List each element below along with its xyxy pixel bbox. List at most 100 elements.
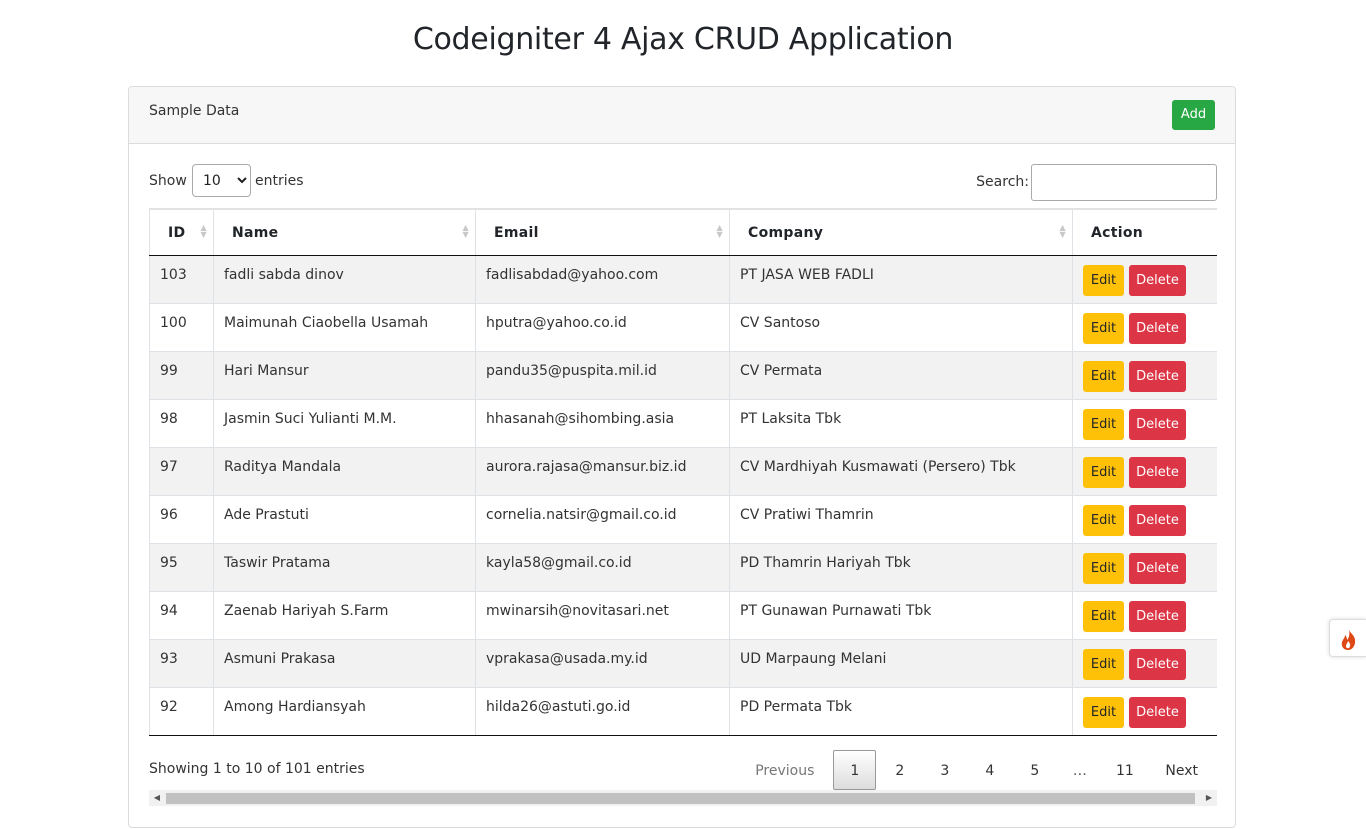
- cell-company: PT JASA WEB FADLI: [729, 255, 1073, 304]
- cell-action: Edit Delete: [1072, 399, 1217, 448]
- delete-button[interactable]: Delete: [1129, 409, 1186, 440]
- cell-email: fadlisabdad@yahoo.com: [475, 255, 730, 304]
- edit-button[interactable]: Edit: [1083, 505, 1124, 536]
- column-header[interactable]: ID ▲ ▼: [149, 208, 214, 256]
- pagination-next[interactable]: Next: [1148, 750, 1215, 790]
- column-header[interactable]: Email ▲ ▼: [475, 208, 730, 256]
- column-header-label: Action: [1091, 224, 1144, 241]
- cell-company: PT Gunawan Purnawati Tbk: [729, 591, 1073, 640]
- search-label: Search:: [976, 174, 1029, 190]
- cell-action: Edit Delete: [1072, 255, 1217, 304]
- column-header[interactable]: Company ▲ ▼: [729, 208, 1073, 256]
- edit-button[interactable]: Edit: [1083, 313, 1124, 344]
- delete-button[interactable]: Delete: [1129, 697, 1186, 728]
- data-table: ID▲▼ Name ▲▼ Email▲▼ Company ▲▼ Action▲▼ 103 fa…: [149, 208, 1217, 736]
- edit-button[interactable]: Edit: [1083, 553, 1124, 584]
- scroll-right-icon[interactable]: ▶: [1201, 790, 1217, 806]
- column-header-label: Company: [748, 224, 824, 241]
- table-row: 97 Raditya Mandala aurora.rajasa@mansur.bi…: [149, 447, 1217, 496]
- cell-action: Edit Delete: [1072, 543, 1217, 592]
- pagination-page[interactable]: 3: [923, 750, 966, 790]
- pagination-page[interactable]: 5: [1013, 750, 1056, 790]
- edit-button[interactable]: Edit: [1083, 601, 1124, 632]
- column-header[interactable]: Action▲▼: [1072, 208, 1217, 256]
- cell-email: cornelia.natsir@gmail.co.id: [475, 495, 730, 544]
- cell-id: 96: [149, 495, 214, 544]
- cell-company: CV Pratiwi Thamrin: [729, 495, 1073, 544]
- pagination-page[interactable]: 4: [968, 750, 1011, 790]
- horizontal-scrollbar[interactable]: ◀ ▶: [149, 790, 1217, 806]
- table-controls: Show 10 entries Search:: [149, 164, 1217, 201]
- delete-button[interactable]: Delete: [1129, 601, 1186, 632]
- column-header-label: ID: [168, 224, 186, 241]
- codeigniter-debug-toolbar-button[interactable]: [1329, 619, 1366, 657]
- cell-name: Zaenab Hariyah S.Farm: [213, 591, 476, 640]
- cell-id: 98: [149, 399, 214, 448]
- pagination-ellipsis: …: [1072, 763, 1087, 779]
- cell-id: 97: [149, 447, 214, 496]
- delete-button[interactable]: Delete: [1129, 457, 1186, 488]
- entries-label: entries: [255, 173, 304, 189]
- delete-button[interactable]: Delete: [1129, 553, 1186, 584]
- edit-button[interactable]: Edit: [1083, 457, 1124, 488]
- column-header-label: Email: [494, 224, 539, 241]
- pagination-page[interactable]: 1: [833, 750, 877, 790]
- cell-email: aurora.rajasa@mansur.biz.id: [475, 447, 730, 496]
- scroll-left-icon[interactable]: ◀: [149, 790, 165, 806]
- codeigniter-flame-icon: [1341, 630, 1356, 650]
- table-row: 99 Hari Mansur pandu35@puspita.mil.id CV Pe…: [149, 351, 1217, 400]
- edit-button[interactable]: Edit: [1083, 265, 1124, 296]
- pagination-previous[interactable]: Previous: [738, 750, 831, 790]
- delete-button[interactable]: Delete: [1129, 361, 1186, 392]
- search-input[interactable]: [1031, 164, 1217, 201]
- delete-button[interactable]: Delete: [1129, 505, 1186, 536]
- column-header[interactable]: Name ▲ ▼: [213, 208, 476, 256]
- cell-name: Raditya Mandala: [213, 447, 476, 496]
- add-button[interactable]: Add: [1172, 100, 1215, 130]
- column-header-label: Name: [232, 224, 279, 241]
- table-row: 92 Among Hardiansyah hilda26@astuti.go.id P…: [149, 687, 1217, 736]
- cell-company: PD Thamrin Hariyah Tbk: [729, 543, 1073, 592]
- cell-id: 100: [149, 303, 214, 352]
- scrollbar-thumb[interactable]: [166, 793, 1195, 804]
- delete-button[interactable]: Delete: [1129, 649, 1186, 680]
- cell-name: Hari Mansur: [213, 351, 476, 400]
- sort-icon: ▲ ▼: [1059, 223, 1066, 239]
- cell-id: 93: [149, 639, 214, 688]
- delete-button[interactable]: Delete: [1129, 265, 1186, 296]
- table-header-row: ID ▲▼ Name ▲▼ Email ▲▼ Company ▲▼ Action▲▼: [149, 208, 1217, 256]
- table-row: 96 Ade Prastuti cornelia.natsir@gmail.co.i…: [149, 495, 1217, 544]
- delete-button[interactable]: Delete: [1129, 313, 1186, 344]
- cell-email: hhasanah@sihombing.asia: [475, 399, 730, 448]
- cell-name: Maimunah Ciaobella Usamah: [213, 303, 476, 352]
- table-row: 95 Taswir Pratama kayla58@gmail.co.id PD Th…: [149, 543, 1217, 592]
- cell-company: CV Mardhiyah Kusmawati (Persero) Tbk: [729, 447, 1073, 496]
- sort-icon: ▲ ▼: [462, 223, 469, 239]
- cell-email: kayla58@gmail.co.id: [475, 543, 730, 592]
- pagination-page[interactable]: 2: [878, 750, 921, 790]
- cell-email: mwinarsih@novitasari.net: [475, 591, 730, 640]
- cell-id: 103: [149, 255, 214, 304]
- edit-button[interactable]: Edit: [1083, 361, 1124, 392]
- edit-button[interactable]: Edit: [1083, 409, 1124, 440]
- entries-length-select[interactable]: 10: [192, 164, 251, 197]
- sample-data-card: Sample Data Add Show 10 entries Search: …: [128, 86, 1236, 828]
- cell-email: hilda26@astuti.go.id: [475, 687, 730, 736]
- cell-company: PD Permata Tbk: [729, 687, 1073, 736]
- cell-action: Edit Delete: [1072, 591, 1217, 640]
- cell-name: Asmuni Prakasa: [213, 639, 476, 688]
- cell-action: Edit Delete: [1072, 303, 1217, 352]
- cell-id: 99: [149, 351, 214, 400]
- card-header: Sample Data Add: [129, 87, 1235, 144]
- cell-id: 94: [149, 591, 214, 640]
- edit-button[interactable]: Edit: [1083, 697, 1124, 728]
- page-title: Codeigniter 4 Ajax CRUD Application: [412, 22, 954, 57]
- cell-email: hputra@yahoo.co.id: [475, 303, 730, 352]
- pagination-page-last[interactable]: 11: [1103, 750, 1146, 790]
- cell-name: Among Hardiansyah: [213, 687, 476, 736]
- cell-action: Edit Delete: [1072, 639, 1217, 688]
- cell-action: Edit Delete: [1072, 351, 1217, 400]
- table-row: 93 Asmuni Prakasa vprakasa@usada.my.id UD M…: [149, 639, 1217, 688]
- table-row: 98 Jasmin Suci Yulianti M.M. hhasanah@siho…: [149, 399, 1217, 448]
- edit-button[interactable]: Edit: [1083, 649, 1124, 680]
